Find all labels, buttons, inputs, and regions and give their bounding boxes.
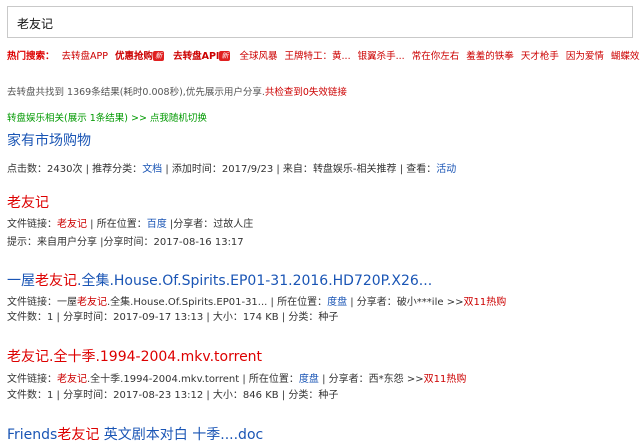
promo-link[interactable]: 双11热购 [424,374,467,385]
category-link[interactable]: 文档 [142,164,162,175]
hot-search-link[interactable]: 银翼杀手... [358,51,405,62]
result-meta: 文件链接：一屋老友记.全集.House.Of.Spirits.EP01-31..… [7,297,507,308]
hot-search-link[interactable]: 天才枪手 [521,51,559,62]
result-title[interactable]: 老友记.全十季.1994-2004.mkv.torrent [7,346,262,366]
result-title[interactable]: 家有市场购物 [7,130,91,150]
location-link[interactable]: 百度 [147,219,167,230]
hot-search-link[interactable]: 去转盘API 新 [173,51,232,62]
hot-search-link[interactable]: 去转盘APP [62,51,108,62]
location-link[interactable]: 度盘 [299,374,319,385]
result-title[interactable]: Friends老友记 英文剧本对白 十季....doc [7,424,263,444]
promo-link[interactable]: 双11热购 [463,297,506,308]
hot-search-link[interactable]: 常在你左右 [412,51,460,62]
result-title[interactable]: 一屋老友记.全集.House.Of.Spirits.EP01-31.2016.H… [7,270,432,290]
results-summary-text: 去转盘共找到 1369条结果(耗时0.008秒),优先展示用户分享. [7,87,265,98]
hot-search-link[interactable]: 蝴蝶效应 [611,51,640,62]
related-random-switch[interactable]: 转盘娱乐相关(展示 1条结果) >> 点我随机切换 [7,110,207,124]
activity-link[interactable]: 活动 [436,164,456,175]
new-badge: 新 [153,51,165,61]
hot-searches-label: 热门搜索： [7,51,55,62]
hot-search-link[interactable]: 羞羞的铁拳 [466,51,514,62]
search-input-value[interactable]: 老友记 [17,15,53,32]
search-input[interactable]: 老友记 [7,6,633,38]
result-meta: 点击数：2430次 | 推荐分类：文档 | 添加时间：2017/9/23 | 来… [7,164,457,175]
location-link[interactable]: 度盘 [327,297,347,308]
hot-search-link[interactable]: 王牌特工：黄... [285,51,351,62]
hot-searches-bar: 热门搜索： 去转盘APP 优惠抢购新 去转盘API 新 全球风暴 王牌特工：黄..… [7,48,640,64]
hot-search-link[interactable]: 全球风暴 [239,51,277,62]
hot-search-link[interactable]: 因为爱情 [566,51,604,62]
new-badge: 新 [219,51,231,61]
result-meta-2: 提示：来自用户分享 |分享时间：2017-08-16 13:17 [7,237,244,248]
invalid-links-note: 共检查到0失效链接 [264,87,347,98]
results-summary: 去转盘共找到 1369条结果(耗时0.008秒),优先展示用户分享.共检查到0失… [7,84,347,98]
result-meta-2: 文件数：1 | 分享时间：2017-08-23 13:12 | 大小：846 K… [7,390,339,401]
result-title[interactable]: 老友记 [7,192,49,212]
result-meta: 文件链接：老友记.全十季.1994-2004.mkv.torrent | 所在位… [7,374,467,385]
result-meta-2: 文件数：1 | 分享时间：2017-09-17 13:13 | 大小：174 K… [7,312,339,323]
result-meta: 文件链接：老友记 | 所在位置：百度 |分享者：过故人庄 [7,219,254,230]
hot-search-link[interactable]: 优惠抢购新 [115,51,166,62]
